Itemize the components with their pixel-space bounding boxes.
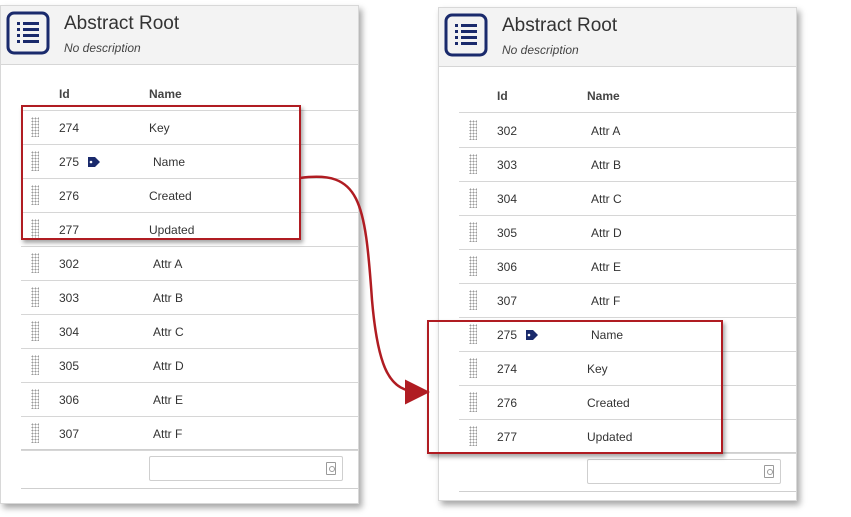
move-arrow	[299, 175, 430, 405]
